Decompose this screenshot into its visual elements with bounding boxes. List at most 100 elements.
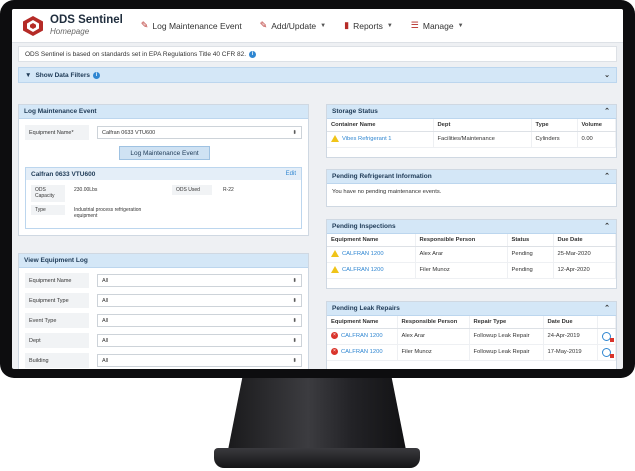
select-arrow-icon: ⬍ bbox=[292, 297, 297, 304]
chevron-up-icon[interactable]: ⌃ bbox=[604, 107, 610, 115]
equipment-cell: CALFRAN 1200 bbox=[327, 246, 416, 263]
filter-select[interactable]: All ⬍ bbox=[97, 294, 302, 307]
info-icon[interactable]: i bbox=[92, 71, 100, 79]
filter-icon: ▼ bbox=[25, 71, 32, 79]
filter-label: Dept bbox=[25, 333, 89, 348]
equipment-name-row: Equipment Name* Calfran 0633 VTU600 ⬍ bbox=[25, 124, 302, 141]
warning-icon bbox=[331, 266, 339, 274]
ods-capacity-label: ODS Capacity bbox=[31, 185, 65, 202]
chevron-up-icon[interactable]: ⌃ bbox=[604, 172, 610, 180]
caret-down-icon: ▼ bbox=[320, 22, 327, 29]
select-value: All bbox=[102, 317, 109, 324]
main-nav: ✎ Log Maintenance Event ✎ Add/Update ▼ ▮… bbox=[141, 20, 464, 31]
select-arrow-icon: ⬍ bbox=[292, 357, 297, 364]
bookmark-icon: ▮ bbox=[344, 20, 350, 30]
chevron-up-icon[interactable]: ⌃ bbox=[604, 304, 610, 312]
empty-message: You have no pending maintenance events. bbox=[332, 189, 442, 195]
column-header[interactable]: Responsible Person bbox=[397, 316, 470, 329]
filter-select[interactable]: All ⬍ bbox=[97, 314, 302, 327]
column-header[interactable]: Responsible Person bbox=[415, 234, 508, 247]
edit-icon: ✎ bbox=[140, 20, 149, 30]
table-row: × CALFRAN 1200 Filer Munoz Followup Leak … bbox=[327, 344, 616, 361]
column-header[interactable]: Container Name bbox=[327, 119, 434, 132]
error-icon: × bbox=[331, 332, 338, 340]
action-cell bbox=[597, 328, 616, 345]
filter-select[interactable]: All ⬍ bbox=[97, 274, 302, 287]
table-row: CALFRAN 1200 Filer Munoz Pending 12-Apr-… bbox=[327, 262, 616, 279]
type-value: Industrial process refrigeration equipme… bbox=[74, 207, 142, 219]
regulation-notice: ODS Sentinel is based on standards set i… bbox=[18, 46, 617, 62]
leak-repairs-table: Equipment Name Responsible Person Repair… bbox=[327, 316, 616, 361]
column-header[interactable]: Equipment Name bbox=[327, 234, 416, 247]
nav-log-maintenance-event[interactable]: ✎ Log Maintenance Event bbox=[141, 20, 242, 31]
ods-capacity-value: 230.00Lbs bbox=[74, 187, 98, 193]
log-maintenance-event-button[interactable]: Log Maintenance Event bbox=[119, 146, 210, 160]
container-link[interactable]: Vibes Refrigerant 1 bbox=[342, 137, 392, 143]
equipment-name-label: Equipment Name* bbox=[25, 125, 89, 140]
equipment-link[interactable]: CALFRAN 1200 bbox=[341, 350, 383, 356]
equipment-cell: CALFRAN 1200 bbox=[327, 262, 416, 279]
sliders-icon: ☰ bbox=[410, 20, 419, 30]
equipment-card-title: Calfran 0633 VTU600 bbox=[31, 170, 96, 178]
action-column-header bbox=[597, 316, 616, 329]
chevron-down-icon[interactable]: ⌄ bbox=[604, 71, 610, 79]
nav-reports[interactable]: ▮ Reports ▼ bbox=[344, 20, 393, 31]
select-arrow-icon: ⬍ bbox=[292, 317, 297, 324]
view-equipment-log-panel: View Equipment Log Equipment Name All ⬍ … bbox=[18, 253, 309, 369]
filter-row: Dept All ⬍ bbox=[25, 332, 302, 349]
error-icon: × bbox=[331, 348, 338, 356]
equipment-link[interactable]: CALFRAN 1200 bbox=[342, 252, 384, 258]
column-header[interactable]: Due Date bbox=[553, 234, 616, 247]
column-header[interactable]: Type bbox=[531, 119, 578, 132]
person-cell: Alex Arar bbox=[397, 328, 470, 345]
nav-label: Reports bbox=[353, 20, 383, 31]
equipment-cell: × CALFRAN 1200 bbox=[327, 344, 398, 361]
caret-down-icon: ▼ bbox=[457, 22, 464, 29]
column-header[interactable]: Dept bbox=[433, 119, 532, 132]
equipment-link[interactable]: CALFRAN 1200 bbox=[342, 268, 384, 274]
column-header[interactable]: Date Due bbox=[543, 316, 598, 329]
filter-select[interactable]: All ⬍ bbox=[97, 334, 302, 347]
select-value: All bbox=[102, 337, 109, 344]
due-date-cell: 12-Apr-2020 bbox=[553, 262, 616, 279]
schedule-icon[interactable] bbox=[602, 347, 614, 358]
edit-link[interactable]: Edit bbox=[286, 171, 296, 177]
type-cell: Cylinders bbox=[531, 131, 578, 148]
status-cell: Pending bbox=[507, 246, 554, 263]
storage-status-panel: Storage Status ⌃ Container Name Dept Typ… bbox=[326, 104, 617, 158]
filter-label: Building bbox=[25, 353, 89, 368]
panel-title: View Equipment Log bbox=[24, 257, 88, 264]
equipment-link[interactable]: CALFRAN 1200 bbox=[341, 334, 383, 340]
column-header[interactable]: Repair Type bbox=[469, 316, 544, 329]
data-filters-bar[interactable]: ▼ Show Data Filters i ⌄ bbox=[18, 67, 617, 83]
panel-header: Storage Status ⌃ bbox=[327, 105, 616, 119]
nav-label: Add/Update bbox=[271, 20, 317, 31]
column-header[interactable]: Volume bbox=[577, 119, 616, 132]
top-navbar: ODS Sentinel Homepage ✎ Log Maintenance … bbox=[12, 9, 623, 43]
info-icon[interactable]: i bbox=[249, 50, 256, 58]
filter-row: Equipment Name All ⬍ bbox=[25, 272, 302, 289]
due-date-cell: 24-Apr-2019 bbox=[543, 328, 598, 345]
brand[interactable]: ODS Sentinel Homepage bbox=[50, 14, 123, 37]
nav-manage[interactable]: ☰ Manage ▼ bbox=[411, 20, 464, 31]
panel-header: View Equipment Log bbox=[19, 254, 308, 268]
person-cell: Alex Arar bbox=[415, 246, 508, 263]
nav-add-update[interactable]: ✎ Add/Update ▼ bbox=[260, 20, 326, 31]
status-cell: Pending bbox=[507, 262, 554, 279]
screen: ODS Sentinel Homepage ✎ Log Maintenance … bbox=[12, 9, 623, 369]
warning-icon bbox=[331, 135, 339, 143]
schedule-icon[interactable] bbox=[602, 331, 614, 342]
column-header[interactable]: Status bbox=[507, 234, 554, 247]
equipment-name-select[interactable]: Calfran 0633 VTU600 ⬍ bbox=[97, 126, 302, 139]
column-header[interactable]: Equipment Name bbox=[327, 316, 398, 329]
chevron-up-icon[interactable]: ⌃ bbox=[604, 222, 610, 230]
ods-used-label: ODS Used bbox=[172, 185, 212, 195]
select-value: All bbox=[102, 297, 109, 304]
filter-select[interactable]: All ⬍ bbox=[97, 354, 302, 367]
table-header-row: Equipment Name Responsible Person Status… bbox=[327, 234, 616, 247]
panel-title: Storage Status bbox=[332, 108, 378, 115]
type-label: Type bbox=[31, 205, 65, 215]
person-cell: Filer Munoz bbox=[415, 262, 508, 279]
select-arrow-icon: ⬍ bbox=[292, 337, 297, 344]
equipment-cell: × CALFRAN 1200 bbox=[327, 328, 398, 345]
